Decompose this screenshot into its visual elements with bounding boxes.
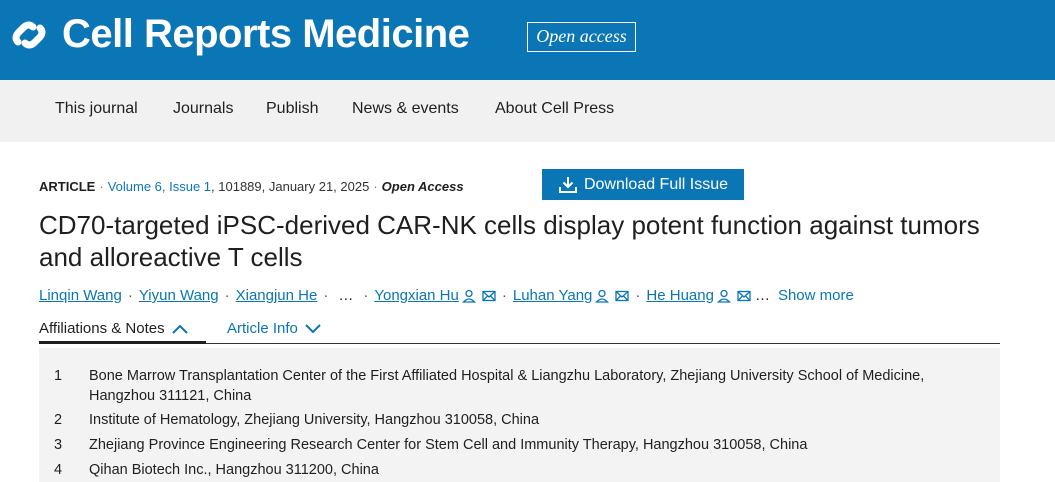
- affiliation-item: 2 Institute of Hematology, Zhejiang Univ…: [54, 410, 979, 430]
- article-title: CD70-targeted iPSC-derived CAR-NK cells …: [39, 210, 980, 272]
- affiliation-text: Institute of Hematology, Zhejiang Univer…: [89, 412, 540, 428]
- separator-dot: ·: [635, 287, 641, 304]
- chevron-down-icon: [305, 323, 321, 333]
- author-link[interactable]: Yiyun Wang: [139, 287, 219, 304]
- volume-issue-link[interactable]: Volume 6, Issue 1: [108, 179, 211, 194]
- download-label: Download Full Issue: [583, 175, 729, 193]
- open-access-label: Open Access: [381, 179, 464, 194]
- affiliation-number: 1: [54, 368, 63, 384]
- affiliation-number: 2: [54, 412, 63, 428]
- tab-article-info[interactable]: Article Info: [227, 320, 322, 337]
- person-icon[interactable]: [461, 289, 476, 303]
- person-icon[interactable]: [716, 289, 731, 303]
- cell-press-logo-icon[interactable]: [10, 16, 48, 54]
- download-icon: [558, 176, 577, 193]
- nav-this-journal[interactable]: This journal: [55, 100, 138, 118]
- affiliation-item: 1 Bone Marrow Transplantation Center of …: [54, 366, 979, 406]
- affiliation-number: 3: [54, 437, 63, 453]
- nav-about-cell-press[interactable]: About Cell Press: [495, 100, 614, 118]
- author-link[interactable]: Xiangjun He: [236, 287, 318, 304]
- separator-dot: ·: [323, 287, 329, 304]
- separator-dot: ·: [373, 179, 378, 194]
- show-more-link[interactable]: Show more: [778, 287, 854, 304]
- affiliations-panel: 1 Bone Marrow Transplantation Center of …: [39, 348, 1000, 482]
- article-tabs: Affiliations & Notes Article Info: [39, 318, 1000, 344]
- ellipsis: …: [338, 287, 354, 304]
- open-access-badge: Open access: [527, 22, 636, 52]
- author-link[interactable]: He Huang: [646, 287, 714, 304]
- separator-dot: ·: [363, 287, 369, 304]
- nav-journals[interactable]: Journals: [173, 100, 233, 118]
- main-nav: This journal Journals Publish News & eve…: [0, 80, 1055, 142]
- article-number-date: , 101889, January 21, 2025: [211, 179, 370, 194]
- author-link[interactable]: Linqin Wang: [39, 287, 122, 304]
- ellipsis: …: [754, 287, 770, 304]
- article-type: ARTICLE: [39, 179, 96, 194]
- email-icon[interactable]: [737, 289, 751, 303]
- brand-header: Cell Reports Medicine Open access: [0, 0, 1055, 80]
- tab-article-info-label: Article Info: [227, 320, 298, 337]
- affiliation-item: 4 Qihan Biotech Inc., Hangzhou 311200, C…: [54, 460, 979, 480]
- separator-dot: ·: [99, 179, 104, 194]
- author-link[interactable]: Luhan Yang: [513, 287, 593, 304]
- nav-publish[interactable]: Publish: [266, 100, 318, 118]
- journal-title[interactable]: Cell Reports Medicine: [62, 12, 470, 57]
- email-icon[interactable]: [482, 289, 496, 303]
- tab-affiliations-label: Affiliations & Notes: [39, 320, 165, 337]
- active-tab-indicator: [39, 341, 206, 344]
- affiliation-item: 3 Zhejiang Province Engineering Research…: [54, 435, 979, 455]
- separator-dot: ·: [501, 287, 507, 304]
- author-link[interactable]: Yongxian Hu: [374, 287, 459, 304]
- email-icon[interactable]: [615, 289, 630, 303]
- nav-news-events[interactable]: News & events: [352, 100, 459, 118]
- download-full-issue-button[interactable]: Download Full Issue: [542, 169, 744, 200]
- separator-dot: ·: [224, 287, 230, 304]
- person-icon[interactable]: [595, 289, 610, 303]
- article-meta: ARTICLE · Volume 6, Issue 1, 101889, Janua…: [39, 179, 464, 194]
- affiliation-text: Bone Marrow Transplantation Center of th…: [89, 368, 925, 404]
- chevron-up-icon: [171, 324, 188, 334]
- tab-affiliations-notes[interactable]: Affiliations & Notes: [39, 320, 189, 337]
- separator-dot: ·: [127, 287, 133, 304]
- author-list: Linqin Wang · Yiyun Wang · Xiangjun He ·…: [39, 287, 854, 304]
- affiliation-number: 4: [54, 462, 63, 478]
- affiliation-text: Qihan Biotech Inc., Hangzhou 311200, Chi…: [89, 462, 379, 478]
- affiliation-text: Zhejiang Province Engineering Research C…: [89, 437, 808, 453]
